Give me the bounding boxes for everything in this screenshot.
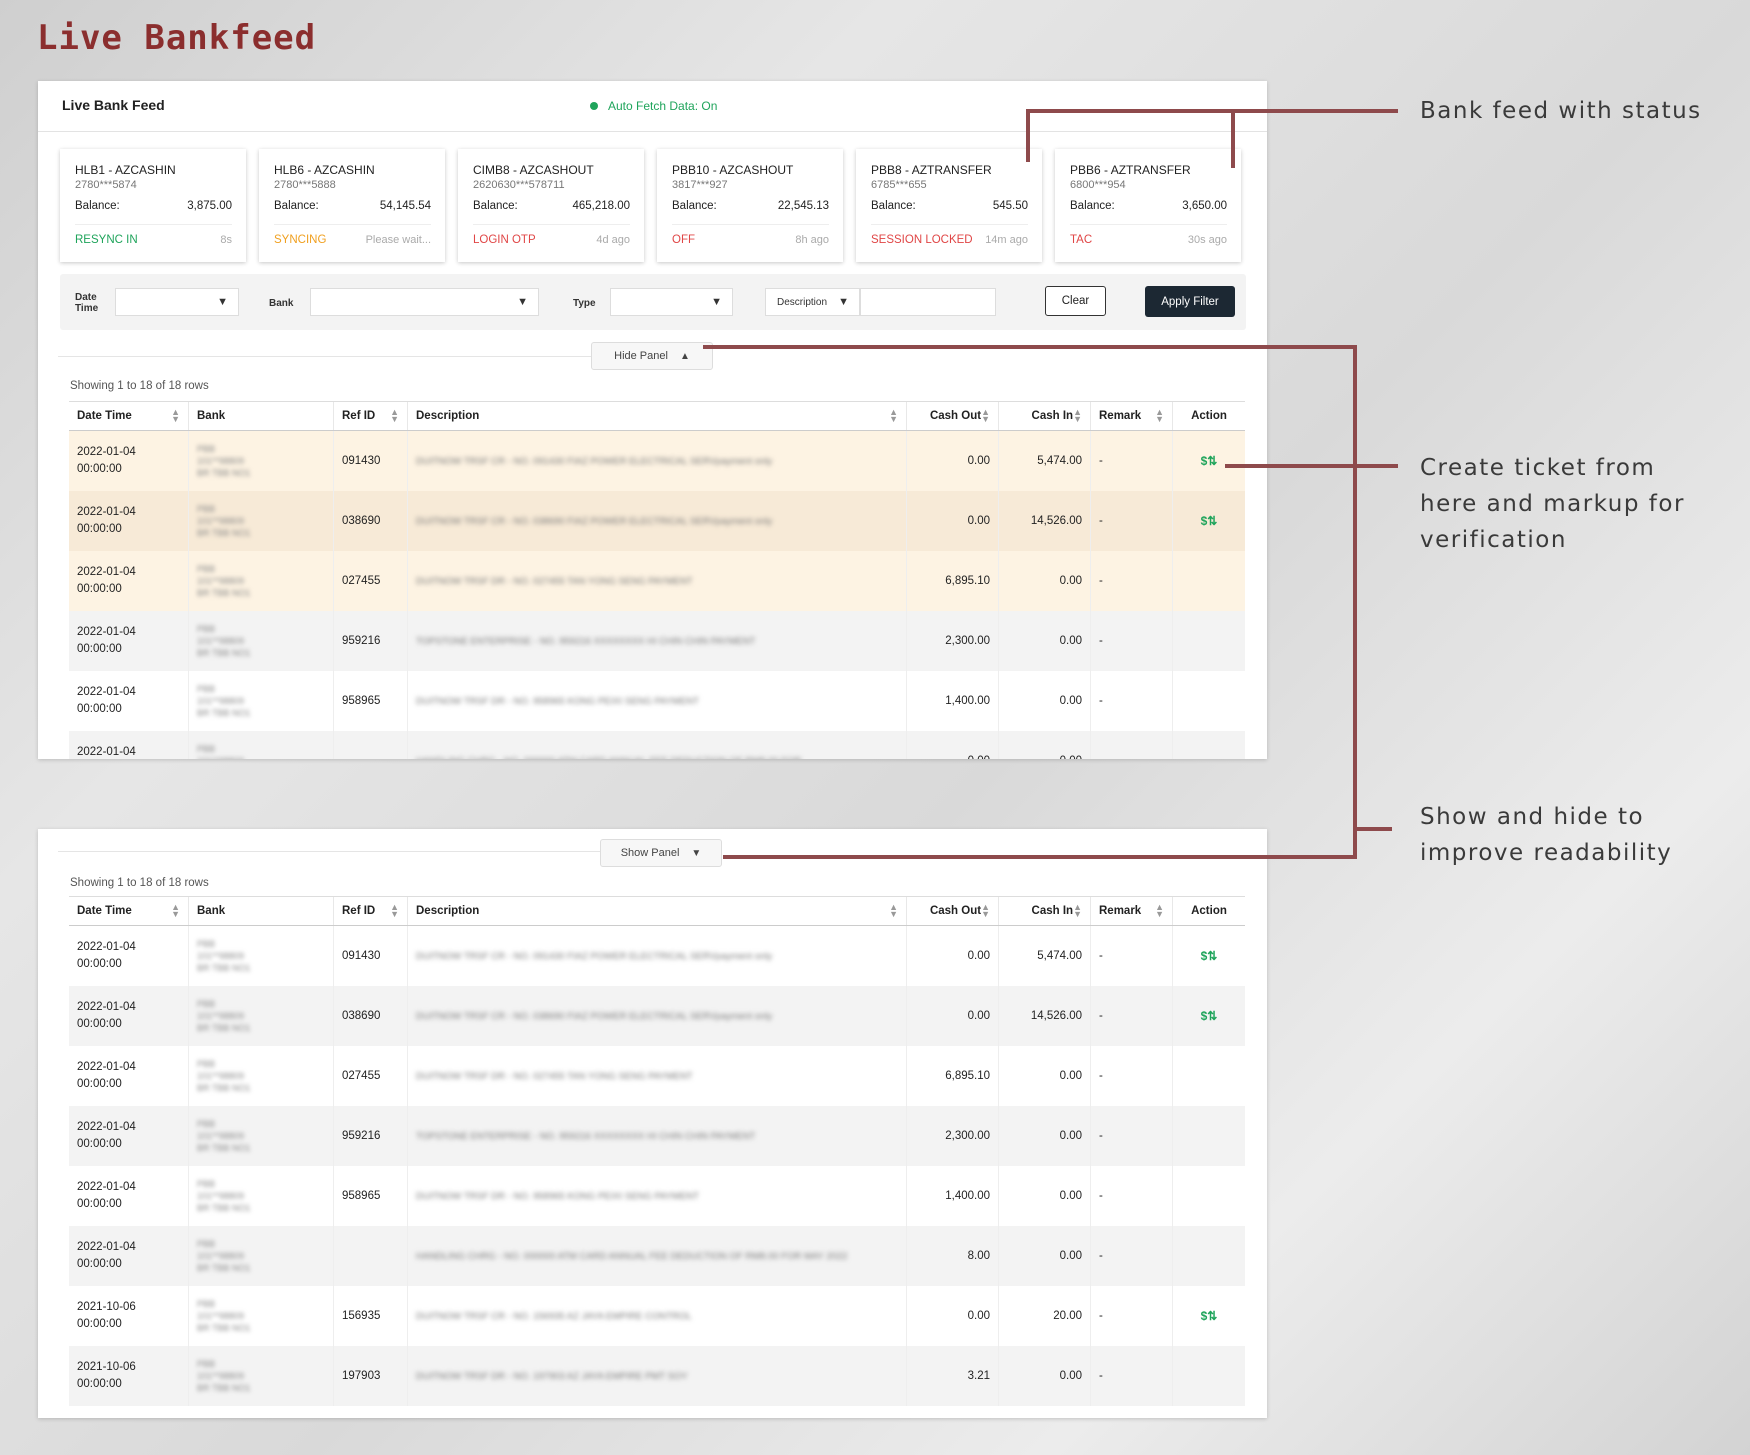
callout-ticket-line: verification (1420, 527, 1567, 553)
callout-status: Bank feed with status (1420, 93, 1702, 129)
callout-ticket-line: here and markup for (1420, 491, 1685, 517)
status-bracket (1026, 109, 1235, 168)
panel-bracket (703, 345, 1357, 859)
callout-status-line: Bank feed with status (1420, 98, 1702, 124)
callout-panel: Show and hide to improve readability (1420, 799, 1672, 871)
callout-ticket-line: Create ticket from (1420, 455, 1656, 481)
callout-panel-line: improve readability (1420, 840, 1673, 866)
callout-panel-line: Show and hide to (1420, 804, 1645, 830)
callout-connectors (703, 109, 1398, 859)
callout-ticket: Create ticket from here and markup for v… (1420, 450, 1685, 558)
